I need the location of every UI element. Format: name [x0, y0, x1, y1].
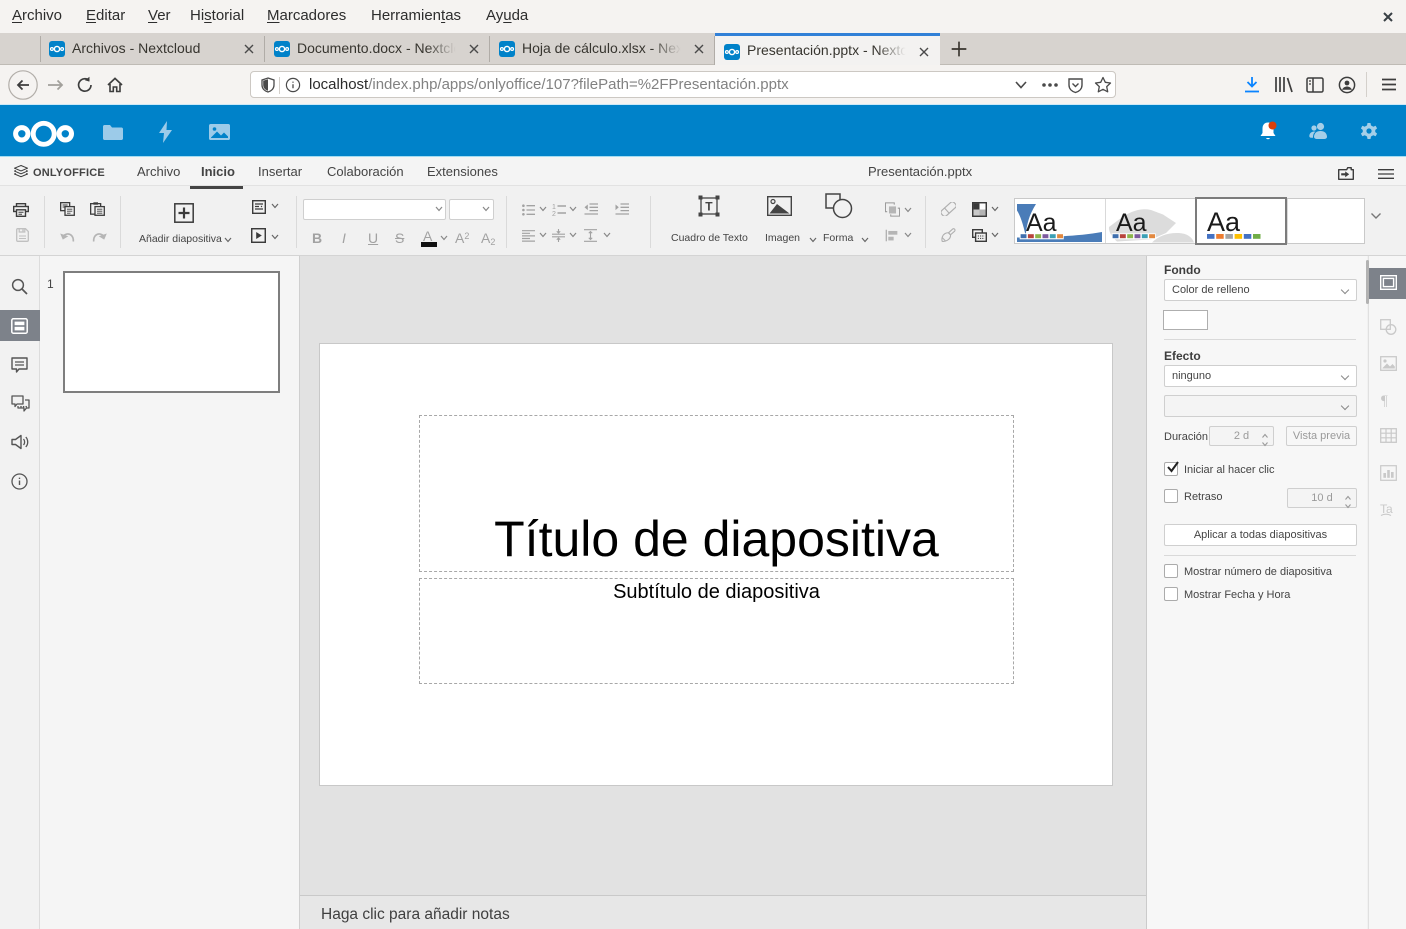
- svg-text:T: T: [705, 200, 713, 214]
- svg-text:2: 2: [552, 211, 556, 216]
- svg-text:1: 1: [552, 204, 556, 211]
- svg-text:Aa: Aa: [1026, 209, 1057, 237]
- svg-text:Aa: Aa: [1116, 209, 1147, 237]
- svg-text:¶: ¶: [1381, 393, 1388, 408]
